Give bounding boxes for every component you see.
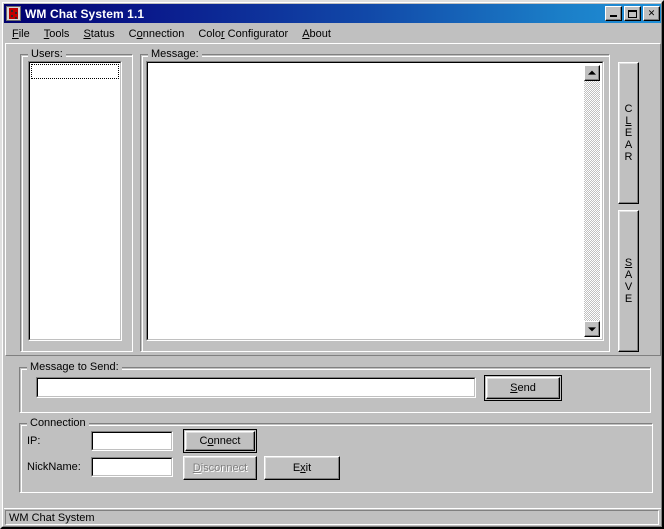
menu-item-status[interactable]: Status bbox=[76, 26, 121, 42]
clear-button-label: C L E A R bbox=[624, 103, 633, 163]
title-bar[interactable]: WM Chat System 1.1 ✕ bbox=[4, 4, 662, 23]
scroll-down-button[interactable] bbox=[584, 321, 600, 337]
exit-button[interactable]: Exit bbox=[264, 456, 340, 480]
message-to-send-group: Message to Send: Send bbox=[19, 361, 651, 413]
message-group-title: Message: bbox=[148, 48, 202, 60]
connect-button[interactable]: Connect bbox=[183, 429, 257, 453]
app-icon bbox=[6, 6, 21, 21]
scroll-up-button[interactable] bbox=[584, 65, 600, 81]
message-text-content[interactable] bbox=[150, 65, 584, 337]
message-to-send-input[interactable] bbox=[36, 377, 476, 398]
maximize-icon bbox=[628, 9, 637, 18]
menu-item-connection[interactable]: Connection bbox=[122, 26, 192, 42]
message-to-send-value[interactable] bbox=[37, 378, 475, 397]
client-area: Users: Message: C L E A R S A V E Messag… bbox=[5, 43, 661, 510]
ip-input-value[interactable] bbox=[92, 432, 172, 450]
exit-button-label: Exit bbox=[292, 462, 312, 474]
nickname-label: NickName: bbox=[27, 461, 81, 473]
menu-item-file[interactable]: File bbox=[5, 26, 37, 42]
send-button[interactable]: Send bbox=[484, 375, 562, 401]
message-to-send-title: Message to Send: bbox=[27, 361, 122, 373]
clear-button[interactable]: C L E A R bbox=[618, 62, 639, 204]
app-window: WM Chat System 1.1 ✕ File Tools Status C… bbox=[0, 0, 664, 529]
scroll-up-icon bbox=[588, 70, 596, 75]
connection-group-title: Connection bbox=[27, 417, 89, 429]
users-listbox[interactable] bbox=[28, 61, 122, 341]
status-bar: WM Chat System bbox=[4, 508, 662, 525]
users-listbox-focus-item[interactable] bbox=[31, 64, 119, 79]
menu-item-color-configurator[interactable]: Color Configurator bbox=[191, 26, 295, 42]
menu-bar: File Tools Status Connection Color Confi… bbox=[5, 25, 661, 42]
menu-item-tools[interactable]: Tools bbox=[37, 26, 77, 42]
close-button[interactable]: ✕ bbox=[643, 6, 660, 21]
maximize-button[interactable] bbox=[624, 6, 641, 21]
users-group-title: Users: bbox=[28, 48, 66, 60]
close-icon: ✕ bbox=[647, 8, 656, 18]
minimize-icon bbox=[610, 15, 617, 17]
scroll-down-icon bbox=[588, 327, 596, 332]
message-textarea[interactable] bbox=[146, 61, 604, 341]
connect-button-label: Connect bbox=[199, 435, 241, 447]
save-button-label: S A V E bbox=[624, 257, 633, 305]
nickname-input-value[interactable] bbox=[92, 458, 172, 476]
minimize-button[interactable] bbox=[605, 6, 622, 21]
status-bar-text: WM Chat System bbox=[5, 510, 659, 525]
disconnect-button: Disconnect bbox=[183, 456, 257, 480]
message-vertical-scrollbar[interactable] bbox=[584, 65, 600, 337]
ip-label: IP: bbox=[27, 435, 41, 447]
window-controls: ✕ bbox=[605, 6, 661, 21]
window-title: WM Chat System 1.1 bbox=[25, 6, 145, 21]
users-group: Users: bbox=[20, 48, 133, 352]
disconnect-button-label: Disconnect bbox=[192, 462, 248, 474]
menu-item-about[interactable]: About bbox=[295, 26, 338, 42]
chat-panel: Users: Message: C L E A R S A V E bbox=[5, 43, 661, 356]
connection-group: Connection IP: NickName: Connect Disconn… bbox=[19, 417, 653, 493]
save-button[interactable]: S A V E bbox=[618, 210, 639, 352]
ip-input[interactable] bbox=[91, 431, 173, 451]
nickname-input[interactable] bbox=[91, 457, 173, 477]
scrollbar-track[interactable] bbox=[584, 81, 600, 321]
message-group: Message: bbox=[140, 48, 610, 352]
send-button-label: Send bbox=[510, 382, 536, 394]
